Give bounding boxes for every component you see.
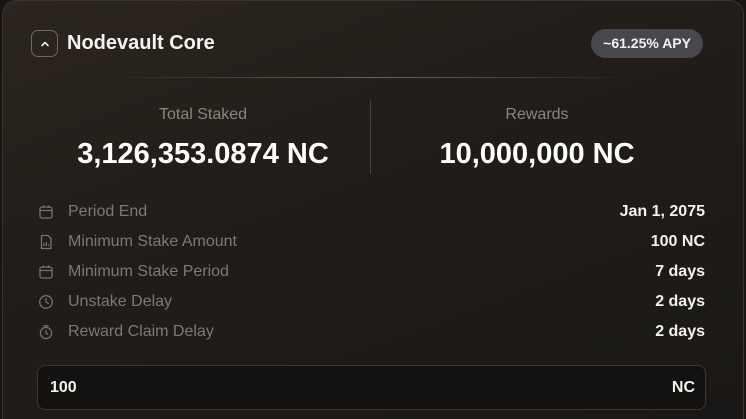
total-staked-value: 3,126,353.0874 NC — [77, 138, 329, 170]
amount-unit-label: NC — [671, 378, 695, 396]
stopwatch-icon — [37, 323, 55, 341]
detail-row-unstake-delay: Unstake Delay 2 days — [37, 287, 705, 317]
stake-amount-input[interactable] — [50, 378, 672, 397]
detail-label: Minimum Stake Period — [68, 263, 229, 280]
collapse-button[interactable] — [31, 30, 58, 57]
total-staked-stat: Total Staked 3,126,353.0874 NC — [38, 105, 368, 171]
detail-value: 100 NC — [650, 233, 705, 250]
header-divider — [107, 77, 639, 78]
detail-label: Minimum Stake Amount — [68, 233, 237, 250]
document-chart-icon — [37, 233, 55, 251]
detail-label: Reward Claim Delay — [68, 323, 214, 340]
calendar-icon — [37, 203, 55, 221]
detail-row-period-end: Period End Jan 1, 2075 — [37, 197, 705, 227]
detail-value: Jan 1, 2075 — [619, 203, 705, 220]
pool-details-list: Period End Jan 1, 2075 Minimum Stake Amo… — [37, 197, 705, 347]
detail-row-min-stake-period: Minimum Stake Period 7 days — [37, 257, 705, 287]
pool-title: Nodevault Core — [67, 32, 215, 54]
calendar-icon — [37, 263, 55, 281]
detail-label: Unstake Delay — [68, 293, 173, 310]
detail-row-reward-claim-delay: Reward Claim Delay 2 days — [37, 317, 705, 347]
rewards-value: 10,000,000 NC — [439, 138, 635, 170]
apy-badge: ~61.25% APY — [591, 29, 703, 58]
detail-value: 2 days — [655, 293, 705, 310]
detail-value: 2 days — [655, 323, 705, 340]
staking-pool-card: Nodevault Core ~61.25% APY Total Staked … — [2, 0, 744, 419]
stats-divider — [370, 100, 371, 174]
rewards-stat: Rewards 10,000,000 NC — [372, 105, 702, 171]
detail-row-min-stake-amount: Minimum Stake Amount 100 NC — [37, 227, 705, 257]
clock-icon — [37, 293, 55, 311]
total-staked-label: Total Staked — [158, 106, 248, 123]
detail-value: 7 days — [655, 263, 705, 280]
rewards-label: Rewards — [505, 106, 569, 123]
stake-amount-field[interactable]: NC — [37, 365, 706, 410]
detail-label: Period End — [68, 203, 148, 220]
chevron-up-icon — [40, 41, 49, 46]
